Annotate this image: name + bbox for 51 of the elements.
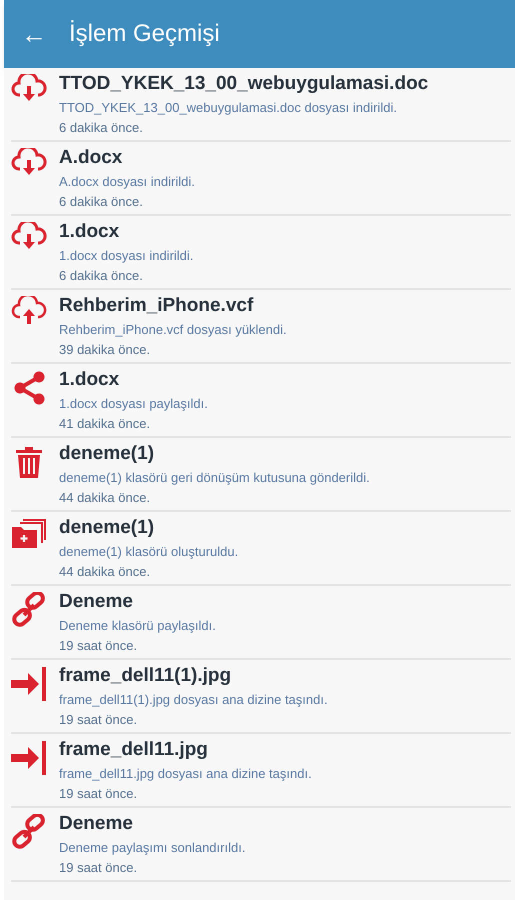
history-item[interactable]: Rehberim_iPhone.vcf Rehberim_iPhone.vcf dosyası yüklendi. 39 dakika önce. <box>11 290 511 364</box>
history-item[interactable]: 1.docx 1.docx dosyası paylaşıldı. 41 dakika önce. <box>11 364 511 438</box>
item-description: Rehberim_iPhone.vcf dosyası yüklendi. <box>59 321 287 339</box>
item-time: 19 saat önce. <box>59 637 138 655</box>
history-item[interactable]: Deneme Deneme klasörü paylaşıldı. 19 saat önce. <box>11 586 511 660</box>
item-title: frame_dell11.jpg <box>59 738 209 762</box>
link-icon <box>11 814 47 850</box>
item-time: 6 dakika önce. <box>59 119 144 137</box>
screen-title: İşlem Geçmişi <box>69 19 220 49</box>
item-time: 19 saat önce. <box>59 711 138 729</box>
item-description: Deneme klasörü paylaşıldı. <box>59 617 216 635</box>
history-item[interactable]: TTOD_YKEK_13_00_webuygulamasi.doc TTOD_YKEK_13_00_webuygulamasi.doc dosyası indirildi. 6 dakika önce. <box>11 68 511 142</box>
item-time: 41 dakika önce. <box>59 415 152 433</box>
item-title: A.docx <box>59 146 124 170</box>
item-title: Deneme <box>59 590 134 614</box>
item-time: 44 dakika önce. <box>59 489 152 507</box>
item-time: 19 saat önce. <box>59 785 138 803</box>
item-description: frame_dell11(1).jpg dosyası ana dizine taşındı. <box>59 691 328 709</box>
history-item[interactable]: deneme(1) deneme(1) klasörü geri dönüşüm kutusuna gönderildi. 44 dakika önce. <box>11 438 511 512</box>
history-item[interactable]: Deneme Deneme paylaşımı sonlandırıldı. 19 saat önce. <box>11 808 511 882</box>
history-item[interactable]: deneme(1) deneme(1) klasörü oluşturuldu. 44 dakika önce. <box>11 512 511 586</box>
item-time: 39 dakika önce. <box>59 341 152 359</box>
item-description: Deneme paylaşımı sonlandırıldı. <box>59 839 246 857</box>
link-icon <box>11 592 47 628</box>
history-item[interactable]: A.docx A.docx dosyası indirildi. 6 dakika önce. <box>11 142 511 216</box>
arrow-to-line-icon <box>11 666 47 702</box>
item-time: 44 dakika önce. <box>59 563 152 581</box>
item-description: deneme(1) klasörü oluşturuldu. <box>59 543 238 561</box>
item-title: 1.docx <box>59 368 120 392</box>
item-time: 19 saat önce. <box>59 859 138 877</box>
history-item[interactable]: frame_dell11(1).jpg frame_dell11(1).jpg dosyası ana dizine taşındı. 19 saat önce. <box>11 660 511 734</box>
item-title: deneme(1) <box>59 442 156 466</box>
item-title: 1.docx <box>59 220 120 244</box>
back-button[interactable]: ← <box>21 21 47 47</box>
history-item[interactable]: 1.docx 1.docx dosyası indirildi. 6 dakika önce. <box>11 216 511 290</box>
item-time: 6 dakika önce. <box>59 193 144 211</box>
item-description: frame_dell11.jpg dosyası ana dizine taşındı. <box>59 765 312 783</box>
item-title: Deneme <box>59 812 134 836</box>
item-description: 1.docx dosyası indirildi. <box>59 247 194 265</box>
item-description: 1.docx dosyası paylaşıldı. <box>59 395 208 413</box>
item-description: TTOD_YKEK_13_00_webuygulamasi.doc dosyası indirildi. <box>59 99 398 117</box>
item-title: deneme(1) <box>59 516 156 540</box>
history-item[interactable]: frame_dell11.jpg frame_dell11.jpg dosyası ana dizine taşındı. 19 saat önce. <box>11 734 511 808</box>
item-title: frame_dell11(1).jpg <box>59 664 232 688</box>
folder-add-icon <box>11 518 47 550</box>
item-title: Rehberim_iPhone.vcf <box>59 294 254 318</box>
item-description: deneme(1) klasörü geri dönüşüm kutusuna gönderildi. <box>59 469 370 487</box>
item-time: 6 dakika önce. <box>59 267 144 285</box>
item-description: A.docx dosyası indirildi. <box>59 173 195 191</box>
arrow-to-line-icon <box>11 740 47 776</box>
item-title: TTOD_YKEK_13_00_webuygulamasi.doc <box>59 72 428 96</box>
